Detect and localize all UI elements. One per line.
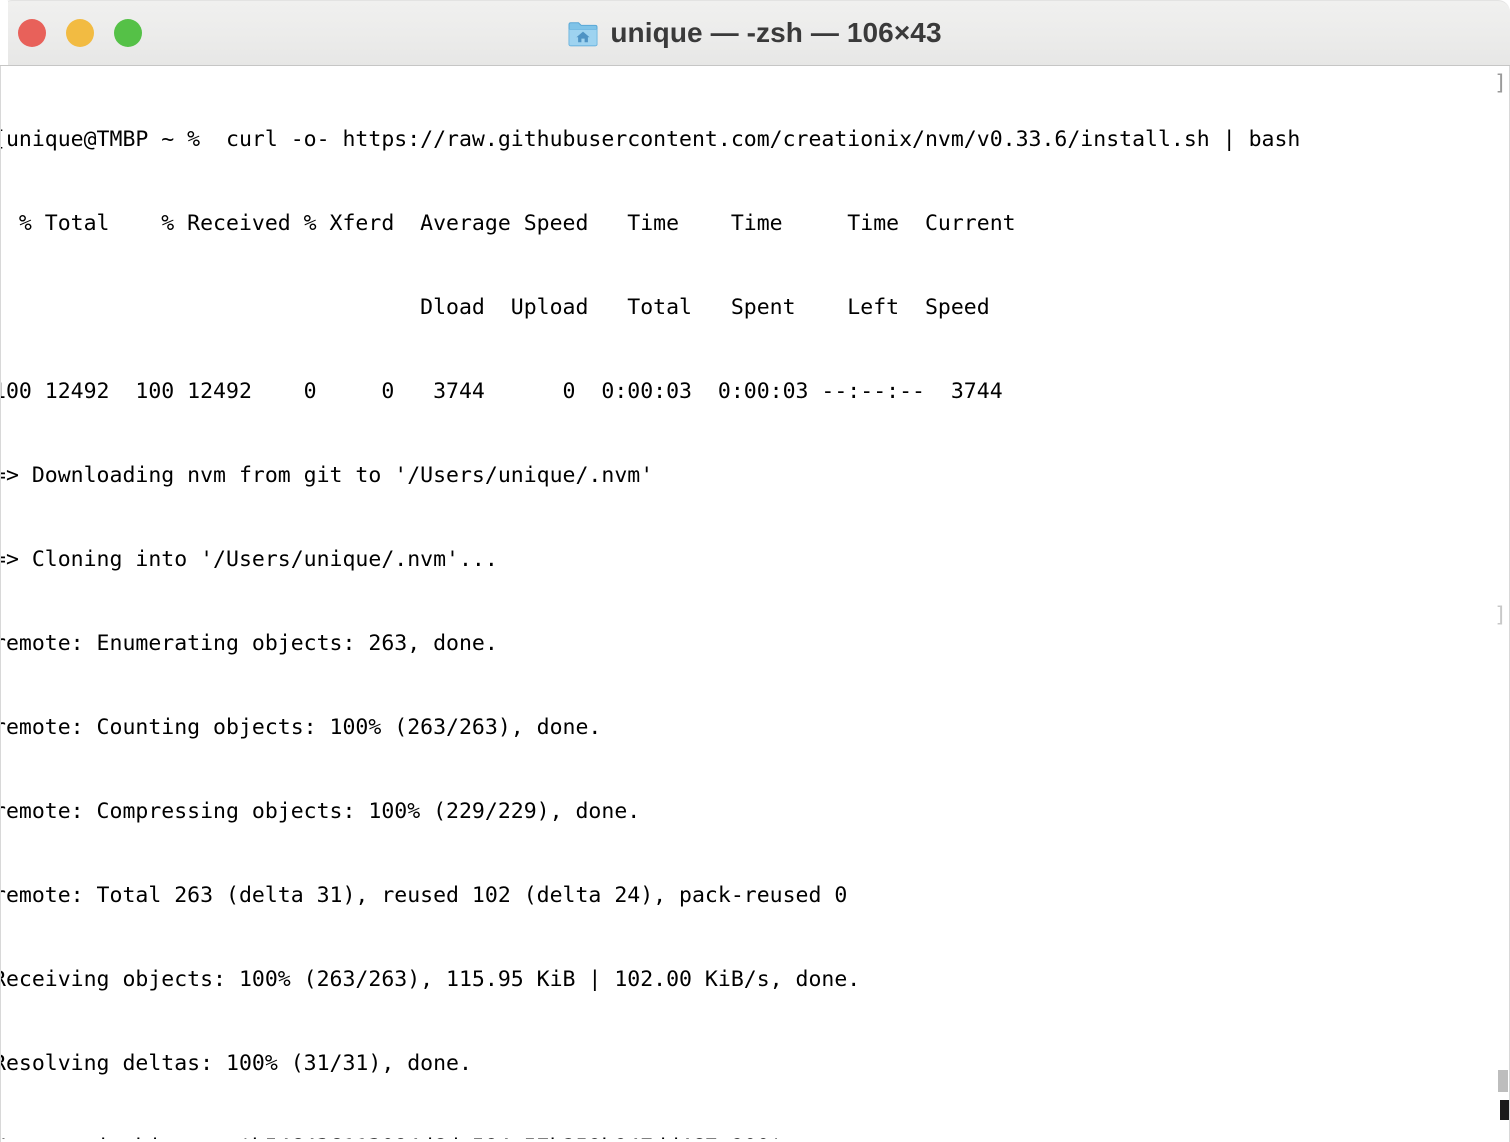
window-titlebar[interactable]: unique — -zsh — 106×43: [0, 0, 1510, 66]
terminal-line: 100 12492 100 12492 0 0 3744 0 0:00:03 0…: [0, 379, 1003, 404]
terminal-line: remote: Counting objects: 100% (263/263)…: [0, 715, 602, 740]
terminal-line: [unique@TMBP ~ % curl -o- https://raw.gi…: [0, 127, 1301, 152]
wrap-marker-lower: [1498, 1070, 1508, 1092]
terminal-output: [unique@TMBP ~ % curl -o- https://raw.gi…: [0, 70, 1509, 1142]
terminal-line: remote: Total 263 (delta 31), reused 102…: [0, 883, 848, 908]
terminal-window: unique — -zsh — 106×43 [unique@TMBP ~ % …: [0, 0, 1510, 1142]
terminal-content-area[interactable]: [unique@TMBP ~ % curl -o- https://raw.gi…: [0, 66, 1510, 1142]
terminal-line: => Downloading nvm from git to '/Users/u…: [0, 463, 654, 488]
home-folder-icon: [568, 20, 598, 47]
close-button[interactable]: [18, 19, 46, 47]
window-title-text: unique — -zsh — 106×43: [610, 17, 942, 48]
terminal-line: Dload Upload Total Spent Left Speed: [0, 295, 990, 320]
terminal-line: remote: Enumerating objects: 263, done.: [0, 631, 498, 656]
window-title-group: unique — -zsh — 106×43: [0, 1, 1510, 65]
wrap-marker-dark: [1500, 1100, 1509, 1120]
terminal-line: Resolving deltas: 100% (31/31), done.: [0, 1051, 472, 1076]
terminal-line: remote: Compressing objects: 100% (229/2…: [0, 799, 641, 824]
traffic-light-group: [18, 19, 142, 47]
terminal-line: => Cloning into '/Users/unique/.nvm'...: [0, 547, 498, 572]
wrap-marker-top: ]: [1494, 71, 1507, 96]
terminal-line: % Total % Received % Xferd Average Speed…: [0, 211, 1016, 236]
terminal-line: Receiving objects: 100% (263/263), 115.9…: [0, 967, 861, 992]
maximize-button[interactable]: [114, 19, 142, 47]
minimize-button[interactable]: [66, 19, 94, 47]
wrap-marker-mid: ]: [1494, 603, 1507, 628]
